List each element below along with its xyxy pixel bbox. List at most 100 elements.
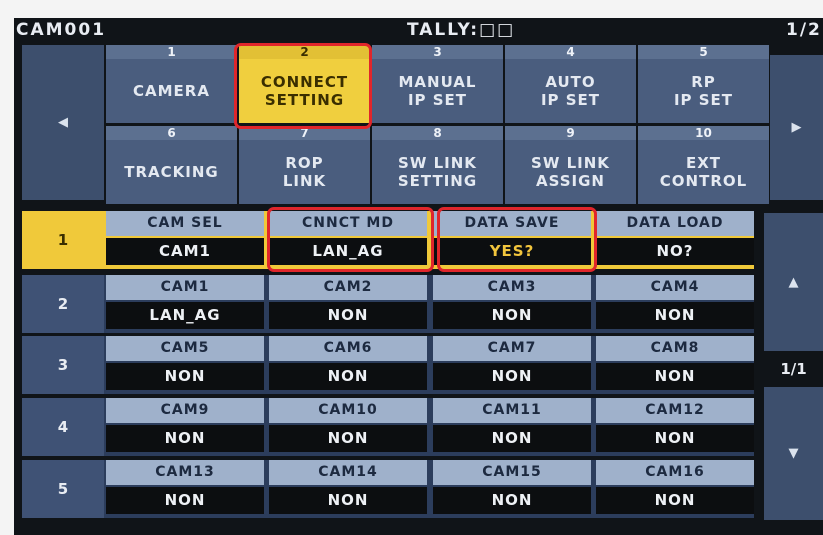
menu-tab-label-line1: SW LINK [398, 154, 477, 172]
menu-tab-label-line2: IP SET [673, 91, 734, 109]
row-number-1[interactable]: 1 [22, 211, 104, 269]
menu-tab-label-line1: RP [691, 73, 716, 91]
menu-tab-label: AUTO IP SET [505, 59, 636, 123]
page-indicator: 1/2 [786, 20, 822, 40]
row-number-4[interactable]: 4 [22, 398, 104, 456]
tally-indicator: TALLY:□□ [407, 20, 516, 40]
menu-tab-label-line1: AUTO [545, 73, 596, 91]
parameter-label: CAM3 [433, 275, 591, 300]
parameter-cell[interactable]: CAM8 NON [596, 336, 754, 394]
parameter-value: NON [433, 425, 591, 452]
parameter-value: NON [596, 425, 754, 452]
menu-tab-number: 9 [505, 126, 636, 140]
menu-tab-number: 10 [638, 126, 769, 140]
menu-tab-label-line1: ROP [285, 154, 324, 172]
parameter-cell[interactable]: CAM3 NON [433, 275, 591, 333]
menu-tab-label-line2: IP SET [407, 91, 468, 109]
parameter-value: NON [269, 302, 427, 329]
menu-tab-label: SW LINK ASSIGN [505, 140, 636, 204]
menu-tab-3[interactable]: 3 MANUAL IP SET [372, 45, 503, 123]
parameter-cell[interactable]: CAM6 NON [269, 336, 427, 394]
menu-tab-label: ROP LINK [239, 140, 370, 204]
menu-tab-label: CAMERA [106, 59, 237, 123]
menu-tab-label-line2: SETTING [397, 172, 478, 190]
next-page-button[interactable]: ▶ [770, 55, 823, 200]
parameter-value: NON [269, 487, 427, 514]
menu-tab-label-line2: LINK [282, 172, 327, 190]
menu-tab-number: 5 [638, 45, 769, 59]
menu-tab-7[interactable]: 7 ROP LINK [239, 126, 370, 204]
menu-tab-label-line1: EXT [685, 154, 722, 172]
parameter-cell[interactable]: CAM SEL CAM1 [106, 211, 264, 269]
status-bar: CAM001 TALLY:□□ 1/2 [14, 18, 823, 44]
parameter-cell[interactable]: CAM2 NON [269, 275, 427, 333]
menu-tab-label-line1: CAMERA [133, 82, 210, 100]
parameter-value: NON [269, 425, 427, 452]
down-arrow-icon: ▼ [788, 446, 799, 461]
parameter-value: NON [596, 487, 754, 514]
right-arrow-icon: ▶ [791, 120, 802, 135]
parameter-cell[interactable]: CAM11 NON [433, 398, 591, 456]
menu-tab-5[interactable]: 5 RP IP SET [638, 45, 769, 123]
parameter-cell[interactable]: DATA LOAD NO? [596, 211, 754, 269]
parameter-cell[interactable]: CAM1 LAN_AG [106, 275, 264, 333]
menu-tab-6[interactable]: 6 TRACKING [106, 126, 237, 204]
scroll-up-button[interactable]: ▲ [764, 213, 823, 351]
scroll-down-button[interactable]: ▼ [764, 387, 823, 520]
parameter-label: CAM1 [106, 275, 264, 300]
parameter-value: NON [596, 363, 754, 390]
parameter-value: NON [596, 302, 754, 329]
camera-id: CAM001 [16, 20, 107, 40]
parameter-label: CAM12 [596, 398, 754, 423]
list-page-indicator: 1/1 [764, 355, 823, 383]
menu-tab-8[interactable]: 8 SW LINK SETTING [372, 126, 503, 204]
parameter-label: CAM13 [106, 460, 264, 485]
parameter-cell[interactable]: CAM5 NON [106, 336, 264, 394]
menu-tab-label: RP IP SET [638, 59, 769, 123]
menu-tab-4[interactable]: 4 AUTO IP SET [505, 45, 636, 123]
parameter-cell[interactable]: CAM9 NON [106, 398, 264, 456]
menu-tab-number: 4 [505, 45, 636, 59]
menu-tab-label-line1: TRACKING [124, 163, 219, 181]
parameter-cell[interactable]: CAM15 NON [433, 460, 591, 518]
menu-tab-label-line1: SW LINK [531, 154, 610, 172]
menu-tab-label-line1: MANUAL [398, 73, 477, 91]
menu-tab-label: MANUAL IP SET [372, 59, 503, 123]
parameter-value: NO? [596, 238, 754, 265]
menu-tab-label: TRACKING [106, 140, 237, 204]
parameter-value: NON [433, 302, 591, 329]
parameter-cell[interactable]: CAM10 NON [269, 398, 427, 456]
prev-page-button[interactable]: ◀ [22, 45, 104, 200]
menu-tab-label-line2: IP SET [540, 91, 601, 109]
parameter-cell[interactable]: CAM16 NON [596, 460, 754, 518]
highlight-cnnct-md [267, 207, 434, 272]
parameter-cell[interactable]: CAM13 NON [106, 460, 264, 518]
menu-tab-label-line2: ASSIGN [536, 172, 605, 190]
parameter-cell[interactable]: CAM14 NON [269, 460, 427, 518]
menu-tab-number: 6 [106, 126, 237, 140]
parameter-label: CAM11 [433, 398, 591, 423]
left-arrow-icon: ◀ [58, 115, 68, 130]
menu-tab-number: 8 [372, 126, 503, 140]
menu-tab-number: 3 [372, 45, 503, 59]
parameter-cell[interactable]: CAM12 NON [596, 398, 754, 456]
menu-tab-1[interactable]: 1 CAMERA [106, 45, 237, 123]
parameter-label: CAM SEL [106, 211, 264, 236]
parameter-label: CAM15 [433, 460, 591, 485]
parameter-value: NON [106, 425, 264, 452]
menu-tab-9[interactable]: 9 SW LINK ASSIGN [505, 126, 636, 204]
menu-tab-10[interactable]: 10 EXT CONTROL [638, 126, 769, 204]
parameter-cell[interactable]: CAM7 NON [433, 336, 591, 394]
parameter-value: NON [106, 487, 264, 514]
parameter-value: NON [106, 363, 264, 390]
parameter-value: NON [433, 487, 591, 514]
camera-lcd-screen: CAM001 TALLY:□□ 1/2 ◀ ▶ 1 CAMERA 2 CONNECT S… [14, 18, 823, 535]
row-number-5[interactable]: 5 [22, 460, 104, 518]
parameter-label: CAM6 [269, 336, 427, 361]
parameter-label: CAM7 [433, 336, 591, 361]
parameter-value: NON [269, 363, 427, 390]
row-number-3[interactable]: 3 [22, 336, 104, 394]
highlight-data-save [437, 207, 597, 272]
row-number-2[interactable]: 2 [22, 275, 104, 333]
parameter-cell[interactable]: CAM4 NON [596, 275, 754, 333]
